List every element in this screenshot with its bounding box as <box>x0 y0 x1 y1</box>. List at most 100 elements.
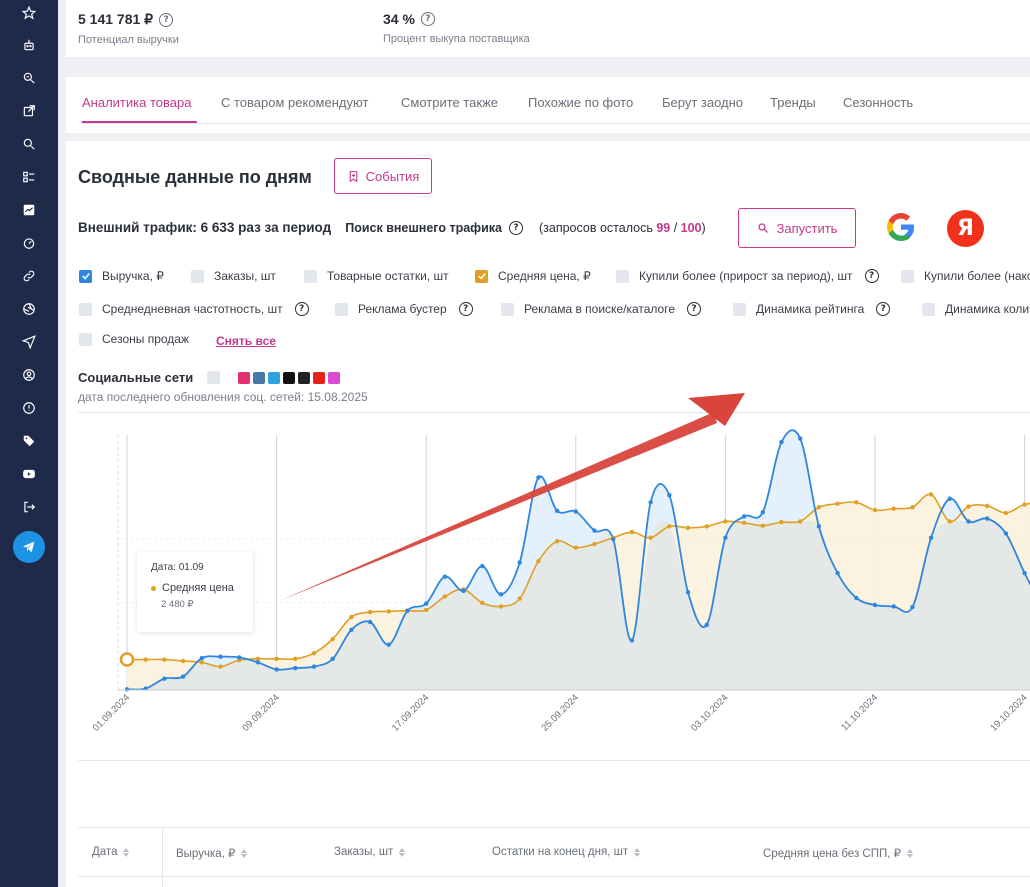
revenue-point <box>424 601 429 606</box>
tab-trends[interactable]: Тренды <box>770 95 816 110</box>
x-tick-label: 11.10.2024 <box>839 692 880 733</box>
search-analytics-icon[interactable] <box>19 68 39 88</box>
avg-price-point <box>180 658 186 664</box>
tab-recommended-with[interactable]: С товаром рекомендуют <box>221 95 368 110</box>
chart-tooltip: Дата: 01.09 Средняя цена 2 480 ₽ <box>137 552 253 632</box>
revenue-point <box>517 560 522 565</box>
help-icon[interactable]: ? <box>420 12 435 26</box>
stat-buyout-percent: 34 %? Процент выкупа поставщика <box>383 11 530 45</box>
avg-price-point <box>685 525 691 530</box>
revenue-point <box>872 602 878 608</box>
tab-bought-together[interactable]: Берут заодно <box>662 95 743 110</box>
star-icon[interactable] <box>19 3 39 23</box>
revenue-point <box>741 514 747 519</box>
help-icon[interactable]: ? <box>159 12 174 27</box>
avg-price-point <box>218 664 223 669</box>
sort-icon[interactable] <box>634 847 641 857</box>
revenue-point <box>480 563 485 569</box>
tab-seasonality[interactable]: Сезонность <box>843 95 913 110</box>
youtube-icon[interactable] <box>19 464 39 484</box>
column-label: Заказы, шт <box>334 846 394 858</box>
revenue-point <box>180 674 186 679</box>
table-header: Дата Выручка, ₽ Заказы, шт Остатки на ко… <box>78 827 1030 887</box>
tab-product-analytics[interactable]: Аналитика товара <box>82 95 191 110</box>
avg-price-point <box>910 505 915 510</box>
column-divider <box>162 828 163 887</box>
column-label: Средняя цена без СПП, ₽ <box>763 848 901 860</box>
tabs-panel: Аналитика товара С товаром рекомендуют С… <box>66 77 1030 133</box>
column-orders[interactable]: Заказы, шт <box>334 846 406 858</box>
sort-icon[interactable] <box>123 847 130 857</box>
speedometer-icon[interactable] <box>19 233 39 253</box>
zoom-icon[interactable] <box>19 134 39 154</box>
revenue-point <box>199 655 204 661</box>
revenue-point <box>498 592 504 597</box>
revenue-point <box>667 493 672 498</box>
summary-panel: Сводные данные по дням События Внешний т… <box>66 141 1030 887</box>
revenue-point <box>124 687 130 692</box>
avg-price-point <box>891 506 896 511</box>
revenue-point <box>405 608 410 613</box>
list-icon[interactable] <box>19 167 39 187</box>
revenue-point <box>536 475 541 480</box>
robot-icon[interactable] <box>19 35 39 55</box>
sort-icon[interactable] <box>906 848 913 858</box>
revenue-point <box>330 656 335 662</box>
user-circle-icon[interactable] <box>19 365 39 385</box>
send-icon[interactable] <box>19 332 39 352</box>
telegram-icon[interactable] <box>13 531 45 563</box>
alert-circle-icon[interactable] <box>19 398 39 418</box>
avg-price-point <box>386 609 391 614</box>
revenue-point <box>816 524 822 529</box>
avg-price-point <box>442 594 448 599</box>
revenue-point <box>798 436 803 441</box>
avg-price-point <box>667 524 672 529</box>
avg-price-point <box>554 539 560 544</box>
sort-icon[interactable] <box>241 848 248 858</box>
avg-price-point <box>592 541 597 547</box>
divider <box>78 760 1030 761</box>
avg-price-point <box>424 607 429 613</box>
avg-price-point <box>629 529 635 535</box>
avg-price-point <box>816 505 822 510</box>
revenue-point <box>629 638 635 643</box>
revenue-point <box>274 667 279 672</box>
avg-price-point <box>798 519 803 524</box>
x-tick-label: 17.09.2024 <box>390 692 431 733</box>
column-revenue[interactable]: Выручка, ₽ <box>176 846 248 860</box>
revenue-point <box>854 595 859 601</box>
tooltip-date: Дата: 01.09 <box>151 562 204 573</box>
avg-price-point <box>143 657 148 662</box>
hover-marker <box>119 652 135 667</box>
avg-price-point <box>349 614 354 620</box>
revenue-point <box>367 619 373 625</box>
column-avg-price[interactable]: Средняя цена без СПП, ₽ <box>763 846 913 860</box>
logout-icon[interactable] <box>19 497 39 517</box>
chart-card-icon[interactable] <box>19 200 39 220</box>
avg-price-point <box>966 504 971 509</box>
stat-value: 34 % <box>383 11 415 27</box>
revenue-point <box>592 528 597 533</box>
tags-icon[interactable] <box>19 431 39 451</box>
sort-icon[interactable] <box>399 847 406 857</box>
revenue-point <box>985 516 990 521</box>
x-tick-label: 01.09.2024 <box>91 692 132 733</box>
avg-price-point <box>1003 510 1009 516</box>
avg-price-point <box>928 492 934 497</box>
avg-price-point <box>1022 502 1027 507</box>
avg-price-point <box>367 609 373 615</box>
column-stock[interactable]: Остатки на конец дня, шт <box>492 846 641 858</box>
avg-price-point <box>760 523 765 528</box>
revenue-point <box>311 664 317 669</box>
aperture-icon[interactable] <box>19 299 39 319</box>
avg-price-point <box>330 636 335 642</box>
tab-see-also[interactable]: Смотрите также <box>401 95 498 110</box>
avg-price-point <box>723 519 728 524</box>
column-date[interactable]: Дата <box>92 846 130 858</box>
avg-price-point <box>648 535 653 540</box>
external-link-icon[interactable] <box>19 101 39 121</box>
tab-similar-by-photo[interactable]: Похожие по фото <box>528 95 633 110</box>
link-icon[interactable] <box>19 266 39 286</box>
revenue-point <box>349 627 354 632</box>
revenue-point <box>293 665 298 671</box>
